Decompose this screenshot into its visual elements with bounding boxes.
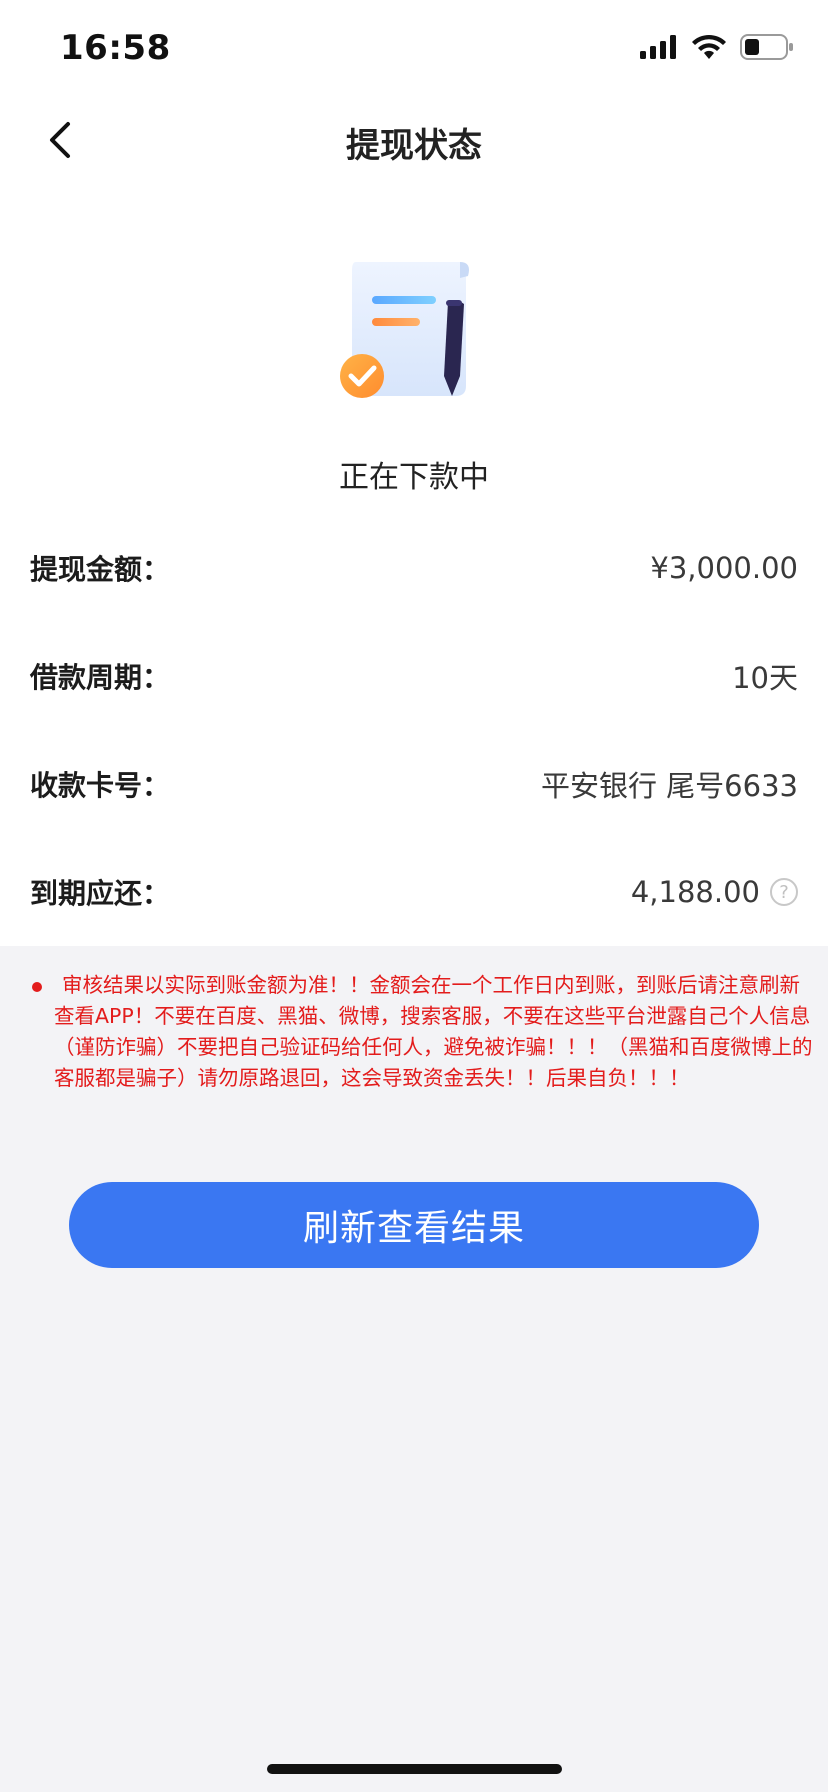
bullet-dot-icon	[32, 982, 42, 992]
detail-row-card: 收款卡号： 平安银行 尾号6633	[30, 754, 798, 814]
question-circle-icon[interactable]: ?	[770, 878, 798, 906]
home-indicator[interactable]	[267, 1764, 562, 1774]
nav-bar: 提现状态	[0, 100, 828, 280]
status-bar: 16:58	[0, 0, 828, 100]
detail-row-due: 到期应还： 4,188.00 ?	[30, 862, 798, 922]
battery-icon	[740, 34, 793, 60]
row-value: 10天	[732, 655, 798, 697]
document-pen-check-icon	[340, 262, 469, 398]
detail-row-period: 借款周期： 10天	[30, 646, 798, 706]
warning-notice: 审核结果以实际到账金额为准！！金额会在一个工作日内到账，到账后请注意刷新查看AP…	[30, 970, 814, 1094]
notice-text: 审核结果以实际到账金额为准！！金额会在一个工作日内到账，到账后请注意刷新查看AP…	[54, 973, 813, 1090]
page-title: 提现状态	[346, 126, 482, 166]
card-value: 平安银行 尾号6633	[540, 769, 798, 803]
status-message: 正在下款中	[339, 460, 489, 495]
period-value: 10天	[732, 661, 798, 695]
row-value: 平安银行 尾号6633	[541, 763, 798, 805]
row-value: ¥3,000.00	[650, 551, 798, 585]
row-value: 4,188.00 ?	[631, 875, 798, 909]
wifi-icon	[692, 34, 726, 59]
due-amount-value: 4,188.00	[630, 875, 760, 909]
row-label: 到期应还：	[30, 877, 171, 910]
cellular-signal-icon	[640, 35, 676, 59]
amount-value: ¥3,000.00	[650, 551, 798, 585]
refresh-button[interactable]: 刷新查看结果	[69, 1182, 759, 1268]
row-label: 收款卡号：	[30, 769, 171, 802]
detail-row-amount: 提现金额： ¥3,000.00	[30, 538, 798, 598]
status-time: 16:58	[60, 28, 171, 68]
row-label: 借款周期：	[30, 661, 171, 694]
status-icons	[640, 34, 794, 60]
row-label: 提现金额：	[30, 553, 171, 586]
